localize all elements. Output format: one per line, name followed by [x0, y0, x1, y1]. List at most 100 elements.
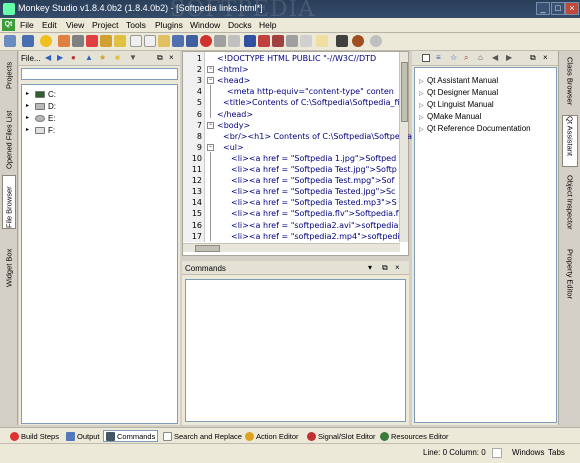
build-icon[interactable]: [100, 35, 112, 47]
list-item[interactable]: ▷ Qt Designer Manual: [419, 88, 498, 97]
menu-project[interactable]: Project: [92, 20, 118, 30]
expand-icon[interactable]: ▸: [26, 127, 32, 133]
index-icon[interactable]: ≡: [436, 54, 444, 62]
tools-icon[interactable]: [22, 35, 34, 47]
tab-action-editor[interactable]: Action Editor: [243, 430, 301, 442]
target-icon[interactable]: [86, 35, 98, 47]
save-icon[interactable]: [172, 35, 184, 47]
editor-vertical-scrollbar[interactable]: [399, 52, 408, 242]
print-icon[interactable]: [228, 35, 240, 47]
paste-icon[interactable]: [300, 35, 312, 47]
tab-signal-slot-editor[interactable]: Signal/Slot Editor: [305, 430, 378, 442]
menu-help[interactable]: Help: [259, 20, 276, 30]
scroll-thumb[interactable]: [195, 245, 220, 252]
fold-marker-icon[interactable]: −: [207, 66, 214, 74]
close-dock-icon[interactable]: ×: [169, 54, 177, 62]
path-combo[interactable]: [21, 68, 178, 80]
menu-window[interactable]: Window: [190, 20, 220, 30]
save-all-icon[interactable]: [186, 35, 198, 47]
drive-item[interactable]: ▸ C:: [26, 89, 56, 99]
list-item[interactable]: ▷ Qt Assistant Manual: [419, 76, 498, 85]
expand-icon[interactable]: ▸: [26, 115, 32, 121]
plugin-icon[interactable]: [58, 35, 70, 47]
tab-projects[interactable]: Projects: [2, 57, 16, 89]
new-file-icon[interactable]: [130, 35, 142, 47]
forward-icon[interactable]: ▶: [506, 54, 514, 62]
folder-add-icon[interactable]: ■: [115, 54, 123, 62]
list-item[interactable]: ▷ Qt Reference Documentation: [419, 124, 531, 133]
expand-icon[interactable]: ▸: [26, 91, 32, 97]
close-dock-icon[interactable]: ×: [395, 264, 403, 272]
fold-marker-icon[interactable]: −: [207, 121, 214, 129]
nav-forward-icon[interactable]: ▶: [57, 54, 65, 62]
tab-opened-files-list[interactable]: Opened Files List: [2, 97, 16, 169]
fold-marker-icon[interactable]: −: [207, 143, 214, 151]
fold-marker-icon[interactable]: −: [207, 77, 214, 85]
float-dock-icon[interactable]: ⧉: [157, 54, 165, 62]
star-icon[interactable]: [40, 35, 52, 47]
menu-edit[interactable]: Edit: [42, 20, 57, 30]
list-item[interactable]: ▷ Qt Linguist Manual: [419, 100, 494, 109]
commands-output[interactable]: [185, 279, 406, 422]
open-icon[interactable]: [158, 35, 170, 47]
back-icon[interactable]: ◀: [492, 54, 500, 62]
search-icon[interactable]: ⌕: [464, 54, 472, 62]
menu-file[interactable]: File: [20, 20, 34, 30]
windows-mode-button[interactable]: Windows: [512, 448, 544, 457]
tab-output[interactable]: Output: [64, 430, 102, 442]
search-icon[interactable]: [316, 35, 328, 47]
menu-docks[interactable]: Docks: [228, 20, 252, 30]
go-to-icon[interactable]: [336, 35, 348, 47]
tab-widget-box[interactable]: Widget Box: [2, 237, 16, 287]
close-dock-icon[interactable]: ×: [543, 54, 551, 62]
contents-icon[interactable]: [422, 54, 430, 62]
refresh-icon[interactable]: ●: [71, 54, 79, 62]
game-icon[interactable]: [352, 35, 364, 47]
editor-horizontal-scrollbar[interactable]: [183, 243, 400, 252]
maximize-button[interactable]: □: [551, 2, 565, 15]
drive-item[interactable]: ▸ D:: [26, 101, 56, 111]
tab-commands[interactable]: Commands: [103, 430, 159, 442]
stop-icon[interactable]: [370, 35, 382, 47]
tab-resources-editor[interactable]: Resources Editor: [378, 430, 451, 442]
close-icon[interactable]: [200, 35, 212, 47]
redo-icon[interactable]: [258, 35, 270, 47]
menu-plugins[interactable]: Plugins: [155, 20, 183, 30]
float-dock-icon[interactable]: ⧉: [382, 264, 390, 272]
filter-icon[interactable]: ▼: [129, 54, 137, 62]
minimize-button[interactable]: _: [536, 2, 550, 15]
tab-search-and-replace[interactable]: Search and Replace: [161, 430, 244, 442]
close-all-icon[interactable]: [214, 35, 226, 47]
new-menu-icon[interactable]: [4, 35, 16, 47]
drive-item[interactable]: ▸ F:: [26, 125, 55, 135]
new-doc-icon[interactable]: [144, 35, 156, 47]
up-icon[interactable]: ▲: [85, 54, 93, 62]
tabs-mode-button[interactable]: Tabs: [548, 448, 565, 457]
expand-icon[interactable]: ▸: [26, 103, 32, 109]
bookmarks-icon[interactable]: ☆: [450, 54, 458, 62]
tab-file-browser[interactable]: File Browser: [2, 175, 16, 229]
menu-view[interactable]: View: [66, 20, 84, 30]
tab-object-inspector[interactable]: Object Inspector: [562, 175, 578, 241]
home-icon[interactable]: ⌂: [478, 54, 486, 62]
nav-back-icon[interactable]: ◀: [45, 54, 53, 62]
drive-item[interactable]: ▸ E:: [26, 113, 56, 123]
list-item[interactable]: ▷ QMake Manual: [419, 112, 481, 121]
menu-icon[interactable]: ▾: [368, 264, 376, 272]
code-editor[interactable]: 1 2 3 4 5 6 7 8 9 10 11 12 13 14 15 16 17 <!DOCTYPE HTML…: [182, 51, 412, 256]
close-window-button[interactable]: ×: [565, 2, 579, 15]
tab-class-browser[interactable]: Class Browser: [562, 57, 578, 109]
settings-icon[interactable]: [72, 35, 84, 47]
copy-icon[interactable]: [286, 35, 298, 47]
folder-icon[interactable]: [114, 35, 126, 47]
tab-qt-assistant[interactable]: Qt Assistant: [562, 115, 578, 167]
menu-tools[interactable]: Tools: [126, 20, 146, 30]
undo-icon[interactable]: [244, 35, 256, 47]
float-dock-icon[interactable]: ⧉: [530, 54, 538, 62]
cut-icon[interactable]: [272, 35, 284, 47]
bookmark-icon[interactable]: ★: [99, 54, 107, 62]
tab-build-steps[interactable]: Build Steps: [8, 430, 61, 442]
modified-indicator-icon: [492, 448, 502, 458]
tab-property-editor[interactable]: Property Editor: [562, 249, 578, 311]
scroll-thumb[interactable]: [401, 62, 408, 122]
